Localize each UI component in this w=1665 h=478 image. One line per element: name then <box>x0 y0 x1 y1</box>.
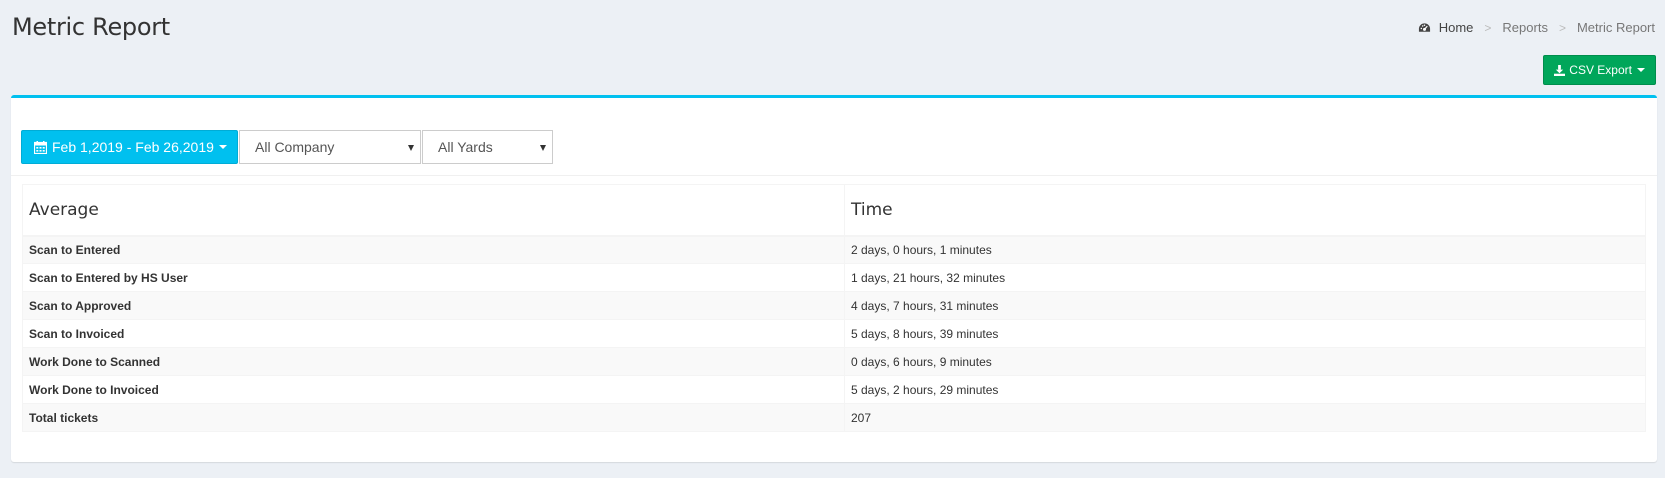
download-icon <box>1554 64 1566 76</box>
table-row: Total tickets 207 <box>22 403 1646 432</box>
row-label: Total tickets <box>22 403 845 432</box>
chevron-down-icon <box>218 145 227 149</box>
row-value: 207 <box>844 403 1646 432</box>
row-label: Scan to Invoiced <box>22 319 845 348</box>
breadcrumb-home[interactable]: Home <box>1418 20 1474 35</box>
table-row: Scan to Entered 2 days, 0 hours, 1 minut… <box>22 235 1646 264</box>
yards-select[interactable]: All Yards <box>422 130 553 164</box>
page-title: Metric Report <box>12 13 170 41</box>
row-label: Work Done to Scanned <box>22 347 845 376</box>
calendar-icon <box>34 140 47 154</box>
chevron-down-icon <box>540 145 546 151</box>
table-header-row: Average Time <box>22 184 1646 237</box>
csv-export-label: CSV Export <box>1569 63 1632 77</box>
breadcrumb-current: Metric Report <box>1576 20 1655 35</box>
breadcrumb-home-label: Home <box>1438 20 1474 35</box>
table-row: Scan to Approved 4 days, 7 hours, 31 min… <box>22 291 1646 320</box>
page-header: Metric Report Home > Reports > Metric Re… <box>0 0 1665 95</box>
table-row: Work Done to Scanned 0 days, 6 hours, 9 … <box>22 347 1646 376</box>
column-header-time: Time <box>844 184 1646 237</box>
row-value: 5 days, 8 hours, 39 minutes <box>844 319 1646 348</box>
dashboard-icon <box>1418 22 1430 32</box>
date-range-label: Feb 1,2019 - Feb 26,2019 <box>52 139 214 155</box>
row-value: 0 days, 6 hours, 9 minutes <box>844 347 1646 376</box>
table-row: Work Done to Invoiced 5 days, 2 hours, 2… <box>22 375 1646 404</box>
chevron-down-icon <box>1637 68 1645 72</box>
filters-bar: Feb 1,2019 - Feb 26,2019 All Company All… <box>11 98 1657 176</box>
metrics-table: Average Time Scan to Entered 2 days, 0 h… <box>22 184 1646 432</box>
breadcrumb-separator: > <box>1558 20 1566 35</box>
date-range-button[interactable]: Feb 1,2019 - Feb 26,2019 <box>21 130 238 164</box>
row-value: 1 days, 21 hours, 32 minutes <box>844 263 1646 292</box>
company-select[interactable]: All Company <box>239 130 421 164</box>
row-label: Scan to Approved <box>22 291 845 320</box>
column-header-average: Average <box>22 184 845 237</box>
company-select-value: All Company <box>255 139 335 155</box>
row-value: 2 days, 0 hours, 1 minutes <box>844 235 1646 264</box>
table-row: Scan to Invoiced 5 days, 8 hours, 39 min… <box>22 319 1646 348</box>
report-box: Feb 1,2019 - Feb 26,2019 All Company All… <box>11 95 1657 462</box>
csv-export-button[interactable]: CSV Export <box>1543 55 1656 85</box>
breadcrumb-separator: > <box>1484 20 1492 35</box>
row-label: Work Done to Invoiced <box>22 375 845 404</box>
row-value: 5 days, 2 hours, 29 minutes <box>844 375 1646 404</box>
row-label: Scan to Entered <box>22 235 845 264</box>
breadcrumb-reports[interactable]: Reports <box>1502 20 1548 35</box>
row-label: Scan to Entered by HS User <box>22 263 845 292</box>
table-row: Scan to Entered by HS User 1 days, 21 ho… <box>22 263 1646 292</box>
breadcrumb: Home > Reports > Metric Report <box>1418 20 1655 35</box>
row-value: 4 days, 7 hours, 31 minutes <box>844 291 1646 320</box>
yards-select-value: All Yards <box>438 139 493 155</box>
chevron-down-icon <box>408 145 414 151</box>
